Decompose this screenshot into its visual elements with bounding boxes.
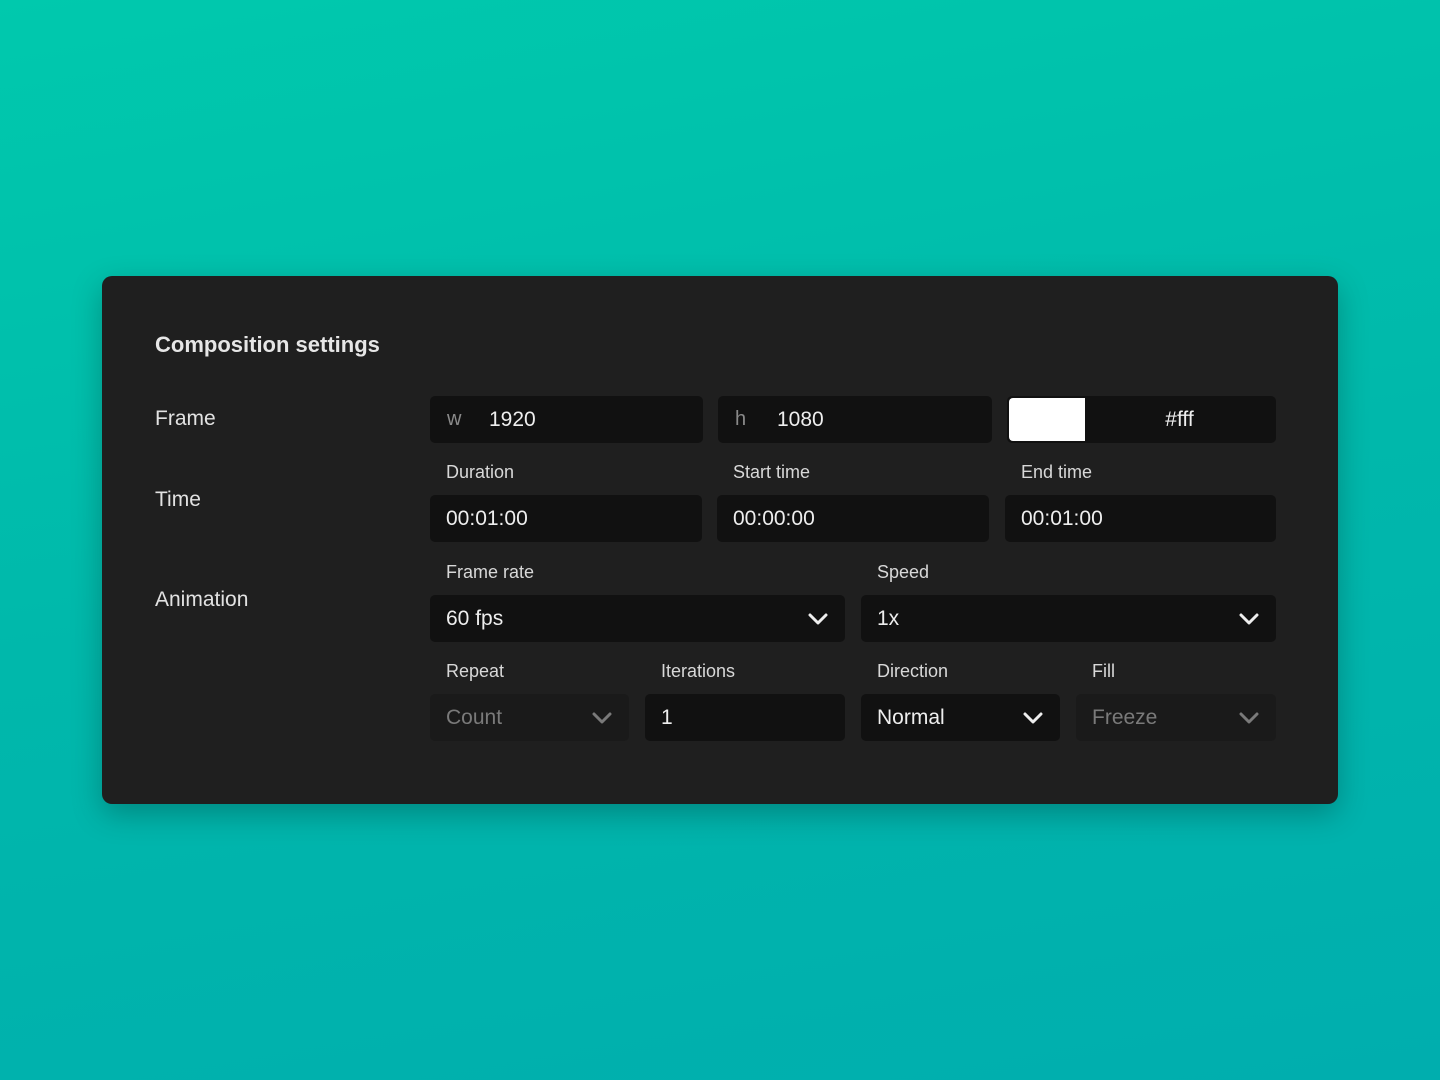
frame-row-label: Frame: [155, 407, 216, 430]
speed-value: 1x: [877, 606, 900, 630]
chevron-down-icon: [1022, 711, 1044, 725]
animation-row-label: Animation: [155, 588, 249, 611]
width-field[interactable]: w 1920: [430, 396, 703, 443]
repeat-value: Count: [446, 705, 503, 729]
height-prefix: h: [735, 408, 747, 430]
repeat-label: Repeat: [446, 661, 505, 681]
width-prefix: w: [447, 408, 462, 430]
frame-rate-label: Frame rate: [446, 562, 535, 582]
composition-settings-panel: Composition settings Frame w 1920 h 1080…: [102, 276, 1338, 804]
duration-label: Duration: [446, 462, 515, 482]
width-value: 1920: [489, 407, 536, 431]
chevron-down-icon: [807, 612, 829, 626]
direction-value: Normal: [877, 705, 945, 729]
end-time-input[interactable]: 00:01:00: [1005, 495, 1276, 542]
chevron-down-icon: [1238, 711, 1260, 725]
color-swatch[interactable]: [1009, 398, 1085, 441]
duration-input[interactable]: 00:01:00: [430, 495, 702, 542]
chevron-down-icon: [1238, 612, 1260, 626]
iterations-input[interactable]: 1: [645, 694, 845, 741]
iterations-label: Iterations: [661, 661, 736, 681]
end-time-label: End time: [1021, 462, 1093, 482]
speed-select[interactable]: 1x: [861, 595, 1276, 642]
time-row-label: Time: [155, 488, 201, 511]
fill-value: Freeze: [1092, 705, 1158, 729]
height-field[interactable]: h 1080: [718, 396, 992, 443]
fill-select[interactable]: Freeze: [1076, 694, 1276, 741]
frame-rate-select[interactable]: 60 fps: [430, 595, 845, 642]
height-value: 1080: [777, 407, 824, 431]
end-time-value: 00:01:00: [1021, 506, 1103, 530]
direction-label: Direction: [877, 661, 949, 681]
background-color-field[interactable]: #fff: [1007, 396, 1276, 443]
chevron-down-icon: [591, 711, 613, 725]
frame-rate-value: 60 fps: [446, 606, 504, 630]
iterations-value: 1: [661, 705, 673, 729]
start-time-value: 00:00:00: [733, 506, 815, 530]
direction-select[interactable]: Normal: [861, 694, 1060, 741]
panel-title: Composition settings: [155, 332, 380, 357]
start-time-label: Start time: [733, 462, 811, 482]
fill-label: Fill: [1092, 661, 1115, 681]
color-hex-value: #fff: [1165, 407, 1194, 431]
speed-label: Speed: [877, 562, 930, 582]
repeat-select[interactable]: Count: [430, 694, 629, 741]
start-time-input[interactable]: 00:00:00: [717, 495, 989, 542]
duration-value: 00:01:00: [446, 506, 528, 530]
